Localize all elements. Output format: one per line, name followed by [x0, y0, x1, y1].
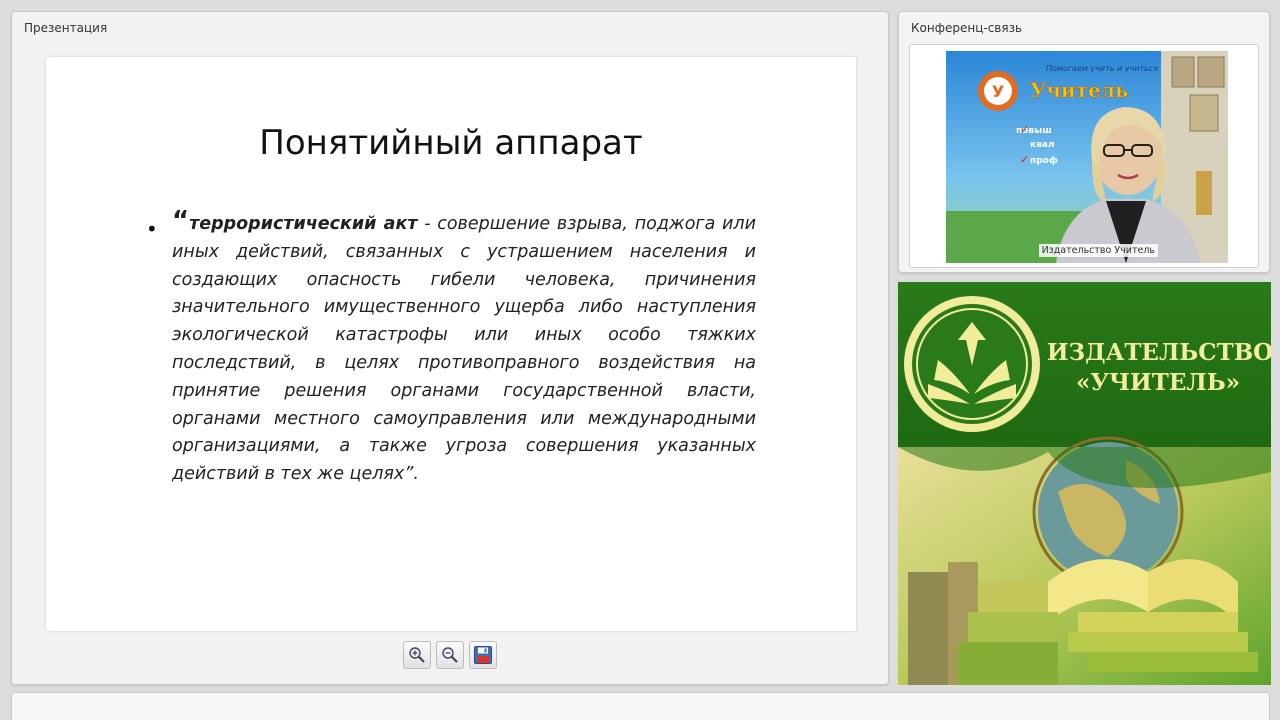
save-button[interactable]: [469, 641, 497, 669]
conference-panel: Конференц-связь У Помогаем учить и учить…: [898, 11, 1270, 273]
quote-close: ”.: [404, 464, 419, 485]
presentation-panel-title: Презентация: [24, 21, 108, 35]
publisher-banner: ИЗДАТЕЛЬСТВО «УЧИТЕЛЬ»: [898, 282, 1271, 685]
slide-definition-text: “террористический акт - совершение взрыв…: [172, 208, 756, 489]
poster-item-2: квал: [1030, 140, 1054, 150]
zoom-out-icon: [442, 647, 458, 663]
banner-graphic: ИЗДАТЕЛЬСТВО «УЧИТЕЛЬ»: [898, 282, 1271, 685]
presentation-panel: Презентация Понятийный аппарат • “террор…: [11, 11, 889, 685]
banner-title-line2: «УЧИТЕЛЬ»: [1076, 369, 1240, 396]
slide: Понятийный аппарат • “террористический а…: [46, 57, 856, 631]
video-caption: Издательство Учитель: [1038, 244, 1158, 257]
slide-term: террористический акт: [189, 214, 418, 234]
zoom-in-icon: [409, 647, 425, 663]
video-image: У Помогаем учить и учиться Учитель повыш…: [946, 51, 1228, 263]
poster-item-3: проф: [1030, 156, 1058, 166]
poster-top-line: Помогаем учить и учиться: [1046, 64, 1158, 73]
poster-brand: Учитель: [1030, 78, 1129, 102]
save-icon: [474, 646, 492, 664]
conference-panel-title: Конференц-связь: [911, 21, 1023, 35]
slide-definition: - совершение взрыва, поджога или иных де…: [172, 214, 756, 485]
video-feed[interactable]: У Помогаем учить и учиться Учитель повыш…: [946, 51, 1228, 263]
zoom-in-button[interactable]: [403, 641, 431, 669]
slide-title: Понятийный аппарат: [259, 123, 643, 163]
slide-toolbar: [403, 641, 497, 669]
zoom-out-button[interactable]: [436, 641, 464, 669]
slide-bullet: •: [146, 217, 158, 241]
svg-text:✓: ✓: [1020, 123, 1029, 136]
svg-text:У: У: [992, 82, 1004, 101]
video-frame: У Помогаем учить и учиться Учитель повыш…: [909, 44, 1259, 268]
bottom-panel: [11, 692, 1270, 720]
quote-open: “: [172, 206, 190, 236]
banner-title-line1: ИЗДАТЕЛЬСТВО: [1047, 339, 1271, 366]
svg-text:✓: ✓: [1020, 153, 1029, 166]
